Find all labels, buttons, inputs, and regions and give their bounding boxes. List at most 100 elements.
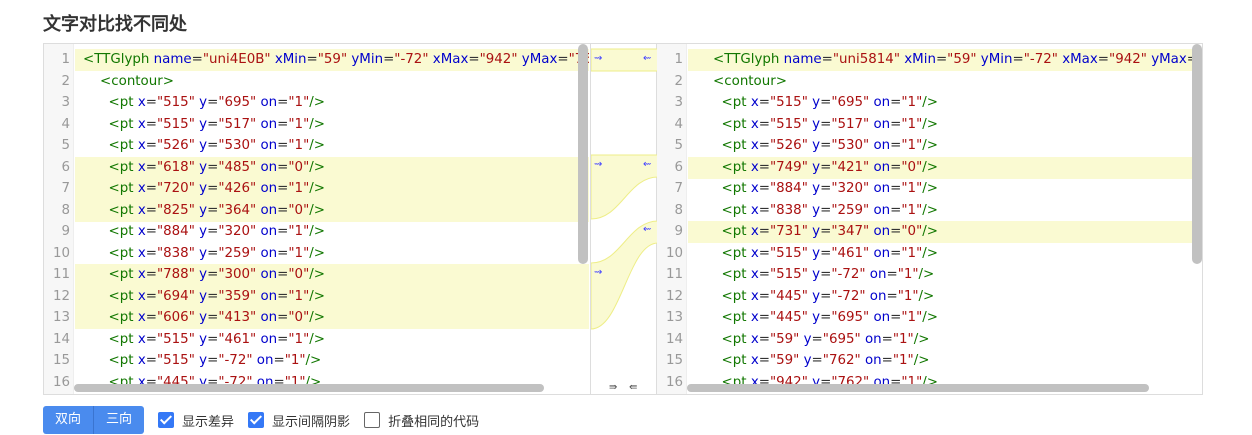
code-token: "731" <box>769 224 808 239</box>
code-token: /> <box>309 288 325 304</box>
code-token: < <box>108 310 120 325</box>
code-line[interactable]: <pt x="515" y="-72" on="1"/> <box>75 350 589 372</box>
code-token: = <box>1097 52 1110 67</box>
code-token: x <box>750 288 759 304</box>
left-editor-pane[interactable]: 1 2 3 4 5 6 7 8 9 10 11 12 13 14 15 16 <TTGlyph name="u… <box>44 44 589 394</box>
code-token: < <box>108 267 120 282</box>
two-way-button[interactable]: 双向 <box>43 406 95 434</box>
show-shading-checkbox[interactable]: 显示间隔阴影 <box>248 411 350 430</box>
code-line[interactable]: <pt x="515" y="695" on="1"/> <box>688 92 1202 114</box>
code-token: "838" <box>769 202 808 218</box>
code-line[interactable]: <pt x="515" y="695" on="1"/> <box>75 92 589 114</box>
code-line[interactable]: <pt x="694" y="359" on="1"/> <box>75 285 589 308</box>
code-line[interactable]: <contour> <box>688 71 1202 93</box>
code-line[interactable]: <pt x="515" y="461" on="1"/> <box>688 243 1202 265</box>
merge-right-arrow-icon[interactable]: ⇝ <box>594 53 602 64</box>
code-line[interactable]: <pt x="884" y="320" on="1"/> <box>688 178 1202 200</box>
right-horizontal-scrollbar[interactable] <box>687 384 1149 392</box>
merge-right-arrow-icon[interactable]: ⇝ <box>594 267 602 278</box>
checkbox-unchecked-icon[interactable] <box>364 412 381 428</box>
code-token: "445" <box>769 288 808 304</box>
line-number: 9 <box>674 224 683 239</box>
right-editor-pane[interactable]: 1 2 3 4 5 6 7 8 9 10 11 12 13 14 15 16 <TTGlyph name="u… <box>657 44 1202 394</box>
code-token: x <box>137 159 146 175</box>
line-number: 5 <box>674 138 683 153</box>
right-code-area[interactable]: <TTGlyph name="uni5814" xMin="59" yMin="… <box>688 44 1202 394</box>
merge-all-left-icon[interactable]: ⇚ <box>629 382 637 393</box>
code-token: "426" <box>218 181 257 196</box>
code-line[interactable]: <pt x="825" y="364" on="0"/> <box>75 199 589 222</box>
code-line[interactable]: <pt x="749" y="421" on="0"/> <box>688 156 1202 179</box>
code-token: < <box>108 353 120 368</box>
code-token: on <box>869 288 887 304</box>
code-token: pt <box>732 116 747 132</box>
code-line[interactable]: <pt x="838" y="259" on="1"/> <box>75 243 589 265</box>
code-token: /> <box>305 353 322 368</box>
code-token: "364" <box>218 202 257 218</box>
code-line[interactable]: <pt x="515" y="517" on="1"/> <box>688 114 1202 136</box>
code-token: "694" <box>156 288 195 304</box>
code-line[interactable]: <pt x="515" y="517" on="1"/> <box>75 114 589 136</box>
merge-right-arrow-icon[interactable]: ⇝ <box>594 159 602 170</box>
checkbox-checked-icon[interactable] <box>248 412 265 428</box>
left-horizontal-scrollbar[interactable] <box>74 384 544 392</box>
show-diff-checkbox[interactable]: 显示差异 <box>158 411 234 430</box>
code-line[interactable]: <pt x="59" y="762" on="1"/> <box>688 350 1202 372</box>
code-token: "59" <box>769 353 800 368</box>
code-line[interactable]: <pt x="838" y="259" on="1"/> <box>688 200 1202 222</box>
code-token: < <box>83 52 95 67</box>
code-line[interactable]: <pt x="59" y="695" on="1"/> <box>688 329 1202 351</box>
merge-left-arrow-icon[interactable]: ⇜ <box>643 224 651 235</box>
merge-left-arrow-icon[interactable]: ⇜ <box>643 159 651 170</box>
code-line[interactable]: <pt x="445" y="-72" on="1"/> <box>688 286 1202 308</box>
code-token: pt <box>732 353 747 368</box>
code-token: "uni5814" <box>832 52 900 67</box>
code-token: y <box>812 95 821 110</box>
code-token: "1" <box>288 288 310 304</box>
code-token: = <box>890 138 902 153</box>
checkbox-checked-icon[interactable] <box>158 412 175 428</box>
code-token: < <box>721 116 733 132</box>
code-token: "259" <box>218 245 257 261</box>
code-token: x <box>750 116 759 132</box>
code-token: "942" <box>1109 52 1147 67</box>
code-line[interactable]: <pt x="884" y="320" on="1"/> <box>75 221 589 243</box>
code-line[interactable]: <contour> <box>75 71 589 93</box>
line-number: 15 <box>665 353 683 368</box>
code-token: = <box>758 181 770 196</box>
code-token: on <box>864 353 882 368</box>
three-way-button[interactable]: 三向 <box>94 406 145 434</box>
code-line[interactable]: <pt x="606" y="413" on="0"/> <box>75 307 589 329</box>
right-vertical-scrollbar[interactable] <box>1192 44 1202 264</box>
code-token: "1" <box>892 353 914 368</box>
code-token: /> <box>309 116 325 132</box>
fold-same-checkbox[interactable]: 折叠相同的代码 <box>364 411 479 430</box>
code-line[interactable]: <pt x="515" y="461" on="1"/> <box>75 329 589 351</box>
code-token: /> <box>918 267 935 282</box>
merge-left-arrow-icon[interactable]: ⇜ <box>643 53 651 64</box>
merge-all-right-icon[interactable]: ⇛ <box>609 382 617 393</box>
code-line[interactable]: <pt x="731" y="347" on="0"/> <box>688 221 1202 243</box>
code-line[interactable]: <TTGlyph name="uni5814" xMin="59" yMin="… <box>688 49 1202 71</box>
code-line[interactable]: <pt x="720" y="426" on="1"/> <box>75 178 589 200</box>
left-vertical-scrollbar[interactable] <box>578 44 588 264</box>
code-line[interactable]: <pt x="445" y="695" on="1"/> <box>688 307 1202 329</box>
code-line[interactable]: <pt x="515" y="-72" on="1"/> <box>688 264 1202 286</box>
code-line[interactable]: <TTGlyph name="uni4E0B" xMin="59" yMin="… <box>75 49 589 71</box>
code-token: "320" <box>831 181 870 196</box>
code-line[interactable]: <pt x="618" y="485" on="0"/> <box>75 156 589 179</box>
code-line[interactable]: <pt x="526" y="530" on="1"/> <box>688 135 1202 157</box>
code-line[interactable]: <pt x="526" y="530" on="1"/> <box>75 135 589 157</box>
code-token: x <box>137 95 146 110</box>
code-token: "461" <box>218 331 257 347</box>
code-line[interactable]: <pt x="788" y="300" on="0"/> <box>75 264 589 286</box>
line-number: 6 <box>61 159 70 175</box>
code-line-text: <pt x="59" y="762" on="1"/> <box>696 350 930 372</box>
code-token: "884" <box>769 181 808 196</box>
left-code-area[interactable]: <TTGlyph name="uni4E0B" xMin="59" yMin="… <box>75 44 589 394</box>
code-token: on <box>873 116 891 132</box>
